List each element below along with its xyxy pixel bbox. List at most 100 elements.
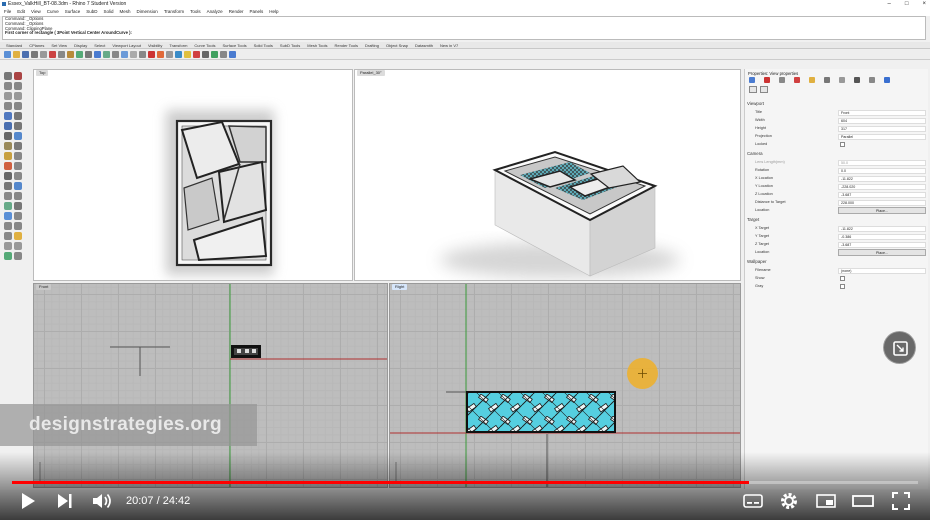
split-icon[interactable]	[14, 192, 22, 200]
offset-icon[interactable]	[14, 112, 22, 120]
tab-select[interactable]: Select	[94, 42, 105, 48]
named-views-tab-icon[interactable]	[869, 77, 875, 83]
menu-edit[interactable]: Edit	[17, 8, 25, 16]
trim-icon[interactable]	[4, 192, 12, 200]
select-arrow-icon[interactable]	[4, 72, 12, 80]
detail-icon[interactable]	[14, 242, 22, 250]
select-icon[interactable]	[166, 50, 173, 58]
command-prompt[interactable]: First corner of rectangle ( 3Point Verti…	[5, 31, 925, 36]
paste-icon[interactable]	[67, 50, 74, 58]
cut-icon[interactable]	[49, 50, 56, 58]
array-icon[interactable]	[14, 182, 22, 190]
tab-viewport-layout[interactable]: Viewport Layout	[112, 42, 141, 48]
tab-transform[interactable]: Transform	[169, 42, 187, 48]
render-preview-icon[interactable]	[14, 232, 22, 240]
next-button[interactable]	[51, 489, 79, 513]
text-icon[interactable]	[14, 152, 22, 160]
circle-icon[interactable]	[4, 92, 12, 100]
viewport-label-perspective[interactable]: Parallel_30°	[357, 70, 385, 76]
rotate-icon[interactable]	[4, 172, 12, 180]
subtitles-button[interactable]	[742, 489, 764, 513]
tab-drafting[interactable]: Drafting	[365, 42, 379, 48]
zoom-selected-icon[interactable]	[130, 50, 137, 58]
video-progress-bar[interactable]	[12, 481, 918, 484]
picture-in-picture-button[interactable]	[883, 331, 916, 364]
material-icon[interactable]	[211, 50, 218, 58]
tab-mesh-tools[interactable]: Mesh Tools	[307, 42, 327, 48]
scale-icon[interactable]	[14, 172, 22, 180]
tab-subd-tools[interactable]: SubD Tools	[280, 42, 300, 48]
section-viewport[interactable]: Viewport	[747, 101, 764, 106]
show-checkbox[interactable]	[840, 276, 845, 281]
viewport-subtab[interactable]	[749, 86, 757, 93]
help-icon[interactable]	[229, 50, 236, 58]
help-tab-icon[interactable]	[884, 77, 890, 83]
command-area[interactable]: Command: _Options Command: _Options Comm…	[2, 16, 926, 40]
tab-visibility[interactable]: Visibility	[148, 42, 162, 48]
minimize-button[interactable]: –	[888, 0, 891, 8]
tab-standard[interactable]: Standard	[6, 42, 22, 48]
target-place-button[interactable]: Place...	[838, 249, 926, 256]
sphere-icon[interactable]	[193, 50, 200, 58]
zoom-extents-icon[interactable]	[121, 50, 128, 58]
close-button[interactable]: ×	[922, 0, 926, 8]
menu-curve[interactable]: Curve	[47, 8, 59, 16]
lights-tab-icon[interactable]	[809, 77, 815, 83]
volume-button[interactable]	[88, 489, 116, 513]
dimension-icon[interactable]	[4, 152, 12, 160]
menu-dimension[interactable]: Dimension	[137, 8, 158, 16]
mesh-icon[interactable]	[4, 142, 12, 150]
page-subtab[interactable]	[760, 86, 768, 93]
play-button[interactable]	[14, 489, 42, 513]
options-icon[interactable]	[220, 50, 227, 58]
zoom-icon[interactable]	[103, 50, 110, 58]
extrude-icon[interactable]	[14, 122, 22, 130]
set-view-icon[interactable]	[157, 50, 164, 58]
layout-icon[interactable]	[4, 242, 12, 250]
surface-icon[interactable]	[4, 122, 12, 130]
tab-curve-tools[interactable]: Curve Tools	[194, 42, 215, 48]
fullscreen-button[interactable]	[889, 489, 913, 513]
menu-solid[interactable]: Solid	[104, 8, 114, 16]
cplane-icon[interactable]	[148, 50, 155, 58]
object-properties-icon[interactable]	[749, 77, 755, 83]
display-tab-icon[interactable]	[794, 77, 800, 83]
theater-mode-button[interactable]	[851, 489, 875, 513]
analyze-icon[interactable]	[4, 222, 12, 230]
tab-cplanes[interactable]: CPlanes	[29, 42, 44, 48]
solid-box-icon[interactable]	[4, 132, 12, 140]
environment-tab-icon[interactable]	[824, 77, 830, 83]
properties-icon[interactable]	[40, 50, 47, 58]
snap-icon[interactable]	[4, 252, 12, 260]
menu-render[interactable]: Render	[229, 8, 244, 16]
camera-place-button[interactable]: Place...	[838, 207, 926, 214]
menu-tools[interactable]: Tools	[190, 8, 201, 16]
menu-file[interactable]: File	[4, 8, 11, 16]
subd-icon[interactable]	[14, 142, 22, 150]
point-icon[interactable]	[14, 72, 22, 80]
viewport-perspective[interactable]: Parallel_30°	[354, 69, 741, 281]
menu-help[interactable]: Help	[269, 8, 278, 16]
viewport-top[interactable]: Top	[33, 69, 353, 281]
menu-panels[interactable]: Panels	[249, 8, 263, 16]
tab-datasmith[interactable]: Datasmith	[415, 42, 433, 48]
tab-object-snap[interactable]: Object Snap	[386, 42, 408, 48]
section-target[interactable]: Target	[747, 217, 759, 222]
layer-icon[interactable]	[175, 50, 182, 58]
rectangle-icon[interactable]	[4, 102, 12, 110]
tab-new-in-v7[interactable]: New in V7	[440, 42, 458, 48]
tab-solid-tools[interactable]: Solid Tools	[254, 42, 273, 48]
join-icon[interactable]	[4, 202, 12, 210]
polyline-icon[interactable]	[4, 82, 12, 90]
render-icon[interactable]	[202, 50, 209, 58]
zoom-window-icon[interactable]	[112, 50, 119, 58]
copy-object-icon[interactable]	[14, 162, 22, 170]
arc-icon[interactable]	[14, 92, 22, 100]
lock-icon[interactable]	[4, 232, 12, 240]
gray-checkbox[interactable]	[840, 284, 845, 289]
explode-icon[interactable]	[14, 202, 22, 210]
miniplayer-button[interactable]	[814, 489, 838, 513]
menu-surface[interactable]: Surface	[65, 8, 81, 16]
light-icon[interactable]	[184, 50, 191, 58]
menu-transform[interactable]: Transform	[164, 8, 184, 16]
